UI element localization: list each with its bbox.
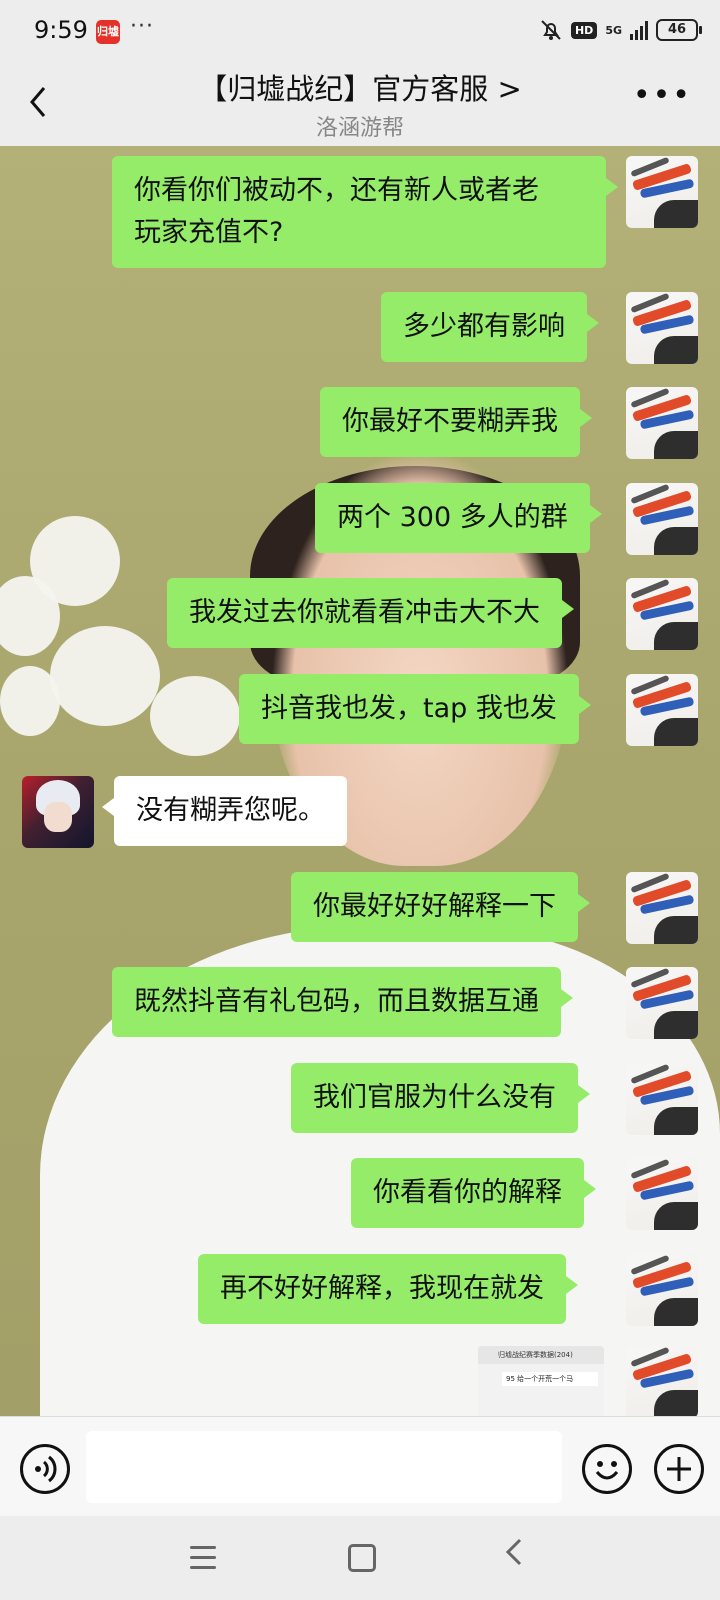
chat-header: 【归墟战纪】官方客服 > 洛涵游帮 ••• — [0, 64, 720, 146]
my-message-bubble[interactable]: 你看你们被动不，还有新人或者老 玩家充值不? — [112, 156, 618, 268]
my-message-bubble[interactable]: 你看看你的解释 — [351, 1158, 596, 1228]
voice-icon[interactable] — [20, 1444, 70, 1494]
plus-icon[interactable] — [654, 1444, 704, 1494]
my-message-bubble[interactable]: 你最好好好解释一下 — [291, 872, 590, 942]
mute-bell-icon — [541, 20, 561, 40]
agent-message-bubble[interactable]: 没有糊弄您呢。 — [102, 776, 347, 846]
status-bar: 9:59 归墟 ··· HD 5G 46 — [0, 0, 720, 64]
my-message-bubble[interactable]: 我发过去你就看看冲击大不大 — [167, 578, 574, 648]
my-avatar[interactable] — [626, 1063, 698, 1135]
my-message-bubble[interactable]: 抖音我也发，tap 我也发 — [239, 674, 591, 744]
my-message-bubble[interactable]: 我们官服为什么没有 — [291, 1063, 590, 1133]
wallpaper-flower — [50, 626, 160, 726]
my-avatar[interactable] — [626, 674, 698, 746]
message-text: 你看你们被动不，还有新人或者老 — [134, 175, 539, 206]
my-message-bubble[interactable]: 两个 300 多人的群 — [315, 483, 602, 553]
message-text: 玩家充值不? — [134, 217, 284, 248]
my-avatar[interactable] — [626, 872, 698, 944]
image-message-header: 归墟战纪赛季数据(204) — [478, 1346, 604, 1364]
app-notification-icon: 归墟 — [96, 20, 120, 44]
my-avatar[interactable] — [626, 387, 698, 459]
status-indicators: HD 5G 46 — [539, 18, 702, 42]
home-icon[interactable] — [348, 1544, 376, 1572]
my-message-bubble[interactable]: 你最好不要糊弄我 — [320, 387, 592, 457]
hd-badge: HD — [570, 21, 598, 39]
image-message[interactable]: 归墟战纪赛季数据(204) 95 给一个开荒一个马 — [478, 1346, 604, 1416]
my-avatar[interactable] — [626, 483, 698, 555]
chat-subtitle: 洛涵游帮 — [315, 116, 404, 141]
my-avatar[interactable] — [626, 156, 698, 228]
status-time: 9:59 — [34, 16, 88, 44]
network-type: 5G — [605, 23, 622, 37]
chat-area[interactable]: 你看你们被动不，还有新人或者老 玩家充值不? 多少都有影响 你最好不要糊弄我 两… — [0, 146, 720, 1416]
chat-title[interactable]: 【归墟战纪】官方客服 > — [0, 66, 720, 108]
my-message-bubble[interactable]: 多少都有影响 — [381, 292, 599, 362]
my-avatar[interactable] — [626, 292, 698, 364]
my-message-bubble[interactable]: 再不好好解释，我现在就发 — [198, 1254, 578, 1324]
wallpaper-flower — [150, 676, 240, 756]
menu-icon[interactable] — [190, 1546, 216, 1576]
message-input[interactable] — [86, 1431, 562, 1503]
back-icon[interactable] — [504, 1534, 524, 1577]
battery-icon: 46 — [656, 19, 702, 41]
emoji-icon[interactable] — [582, 1444, 632, 1494]
status-overflow-icon: ··· — [130, 14, 154, 39]
my-avatar[interactable] — [626, 1254, 698, 1326]
system-nav-bar — [0, 1516, 720, 1600]
my-avatar[interactable] — [626, 1158, 698, 1230]
more-horizontal-icon[interactable]: ••• — [633, 78, 692, 113]
my-avatar[interactable] — [626, 1346, 698, 1416]
input-bar — [0, 1416, 720, 1517]
image-message-row: 95 给一个开荒一个马 — [502, 1372, 598, 1386]
my-avatar[interactable] — [626, 578, 698, 650]
my-message-bubble[interactable]: 既然抖音有礼包码，而且数据互通 — [112, 967, 573, 1037]
agent-avatar[interactable] — [22, 776, 94, 848]
wallpaper-flower — [0, 666, 60, 736]
my-avatar[interactable] — [626, 967, 698, 1039]
signal-icon — [630, 20, 648, 40]
